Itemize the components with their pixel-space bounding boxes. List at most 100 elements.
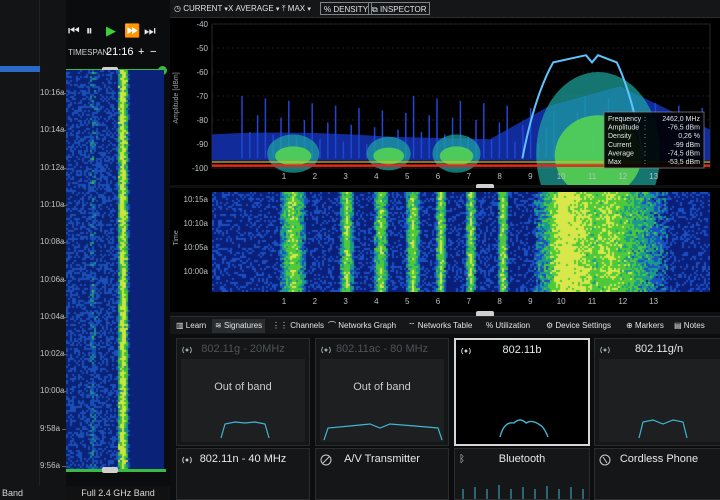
signature-card[interactable]: A/V Transmitter [315, 448, 449, 500]
inspector-key: Amplitude [608, 125, 639, 132]
density-x-tick-label: 9 [528, 297, 533, 306]
density-x-tick-label: 1 [282, 297, 287, 306]
signature-card[interactable]: 802.11ac - 80 MHz Out of band [315, 338, 449, 446]
waterfall-time-axis: 10:16a 10:14a 10:12a 10:10a 10:08a 10:06a 10:0… [40, 0, 66, 500]
density-x-tick-label: 4 [374, 297, 379, 306]
spectrum-y-tick-label: -100 [192, 164, 209, 173]
chevron-down-icon: ▾ [307, 6, 311, 13]
inspector-key: Max [608, 159, 622, 166]
density-time-label: 10:15a [184, 195, 209, 204]
tab-notes[interactable]: ▤ Notes [674, 319, 705, 333]
density-x-tick-label: 12 [618, 297, 627, 306]
signature-card[interactable]: 802.11g - 20MHz Out of band [176, 338, 310, 446]
spectrum-y-tick-label: -60 [196, 68, 208, 77]
spectrum-chart[interactable]: -40 -50 -60 -70 -80 -90 -100 Amplitude [dBm] 1 2 3… [170, 18, 720, 185]
density-toggle[interactable]: % DENSITY [320, 2, 373, 15]
waterfall-canvas[interactable] [66, 70, 164, 472]
inspector-value: -74,5 dBm [668, 150, 700, 157]
pause-icon[interactable]: ⏸ [86, 22, 93, 40]
signature-card[interactable]: Cordless Phone [594, 448, 720, 500]
card-title: Cordless Phone [619, 453, 699, 465]
signature-card[interactable]: 802.11g/n [594, 338, 720, 446]
spectrum-svg: -40-50-60-70-80-90-100Amplitude [dBm]1 2 3… [173, 20, 711, 185]
timespan-plus-button[interactable]: + [138, 46, 144, 58]
spectrum-x-tick-label: 12 [618, 172, 627, 181]
density-x-tick-label: 6 [436, 297, 441, 306]
tab-channels[interactable]: ⋮⋮ Channels [272, 319, 324, 333]
density-time-label: 10:10a [184, 219, 209, 228]
density-x-tick-label: 10 [557, 297, 566, 306]
percent-icon: % [324, 5, 332, 14]
current-trace-button[interactable]: ◷ CURRENT ▾ [174, 2, 228, 15]
density-axes: 10:15a10:10a10:05a10:00aTime1 2 3 4 5 6 7 8 9 10 1… [173, 195, 659, 306]
tab-device-settings[interactable]: ⚙ Device Settings [546, 319, 611, 333]
skip-forward-icon[interactable]: ⏭ [144, 22, 156, 40]
density-x-tick-label: 11 [588, 297, 597, 306]
average-trace-button[interactable]: Χ AVERAGE ▾ [228, 2, 279, 15]
spectrum-density-core [275, 146, 312, 166]
card-title: 802.11b [502, 344, 542, 356]
inspector-key: Density [608, 133, 632, 140]
card-title: A/V Transmitter [344, 453, 420, 465]
left-panel-marker [0, 66, 40, 72]
wifi-icon: ⌔ [408, 321, 416, 330]
timespan-minus-button[interactable]: − [150, 46, 156, 58]
signature-card[interactable]: 802.11n - 40 MHz [176, 448, 310, 500]
inspector-toggle[interactable]: ⧉ INSPECTOR [368, 2, 431, 15]
graph-icon: ⌒ [328, 321, 336, 330]
card-preview: Out of band [320, 359, 444, 442]
tab-utilization[interactable]: % Utilization [486, 319, 530, 333]
tab-markers[interactable]: ⊕ Markers [626, 319, 664, 333]
density-waterfall[interactable]: 10:15a 10:10a 10:05a 10:00a Time 1 2 3 4 5 6 7 8 9 10 1… [170, 188, 720, 312]
signature-shape [499, 419, 549, 438]
play-icon[interactable]: ▶ [106, 22, 116, 40]
left-panel: Band [0, 0, 40, 500]
card-title: Bluetooth [498, 453, 546, 465]
card-preview [599, 359, 720, 442]
clock-icon: ◷ [174, 4, 181, 13]
waterfall-band-label: Full 2.4 GHz Band [66, 486, 170, 500]
card-title: 802.11g/n [634, 343, 684, 355]
spectrum-x-tick-label: 9 [528, 172, 533, 181]
signature-card[interactable]: ᛒ Bluetooth [454, 448, 590, 500]
trace-toolbar: ◷ CURRENT ▾ Χ AVERAGE ▾ ⤒ MAX ▾ % DENSIT… [170, 0, 720, 18]
bottom-tabs: ▥ Learn ≋ Signatures ⋮⋮ Channels ⌒ Netwo… [170, 316, 720, 334]
inspector-value: -76,5 dBm [668, 125, 700, 132]
inspector-separator: : [644, 125, 646, 132]
spectrum-x-tick-label: 1 [282, 172, 287, 181]
max-arrow-icon: ⤒ [282, 4, 286, 13]
inspector-key: Frequency [608, 116, 642, 123]
tab-learn[interactable]: ▥ Learn [176, 319, 206, 333]
skip-back-icon[interactable]: ⏮ [68, 22, 80, 40]
tab-networks-graph[interactable]: ⌒ Networks Graph [328, 319, 396, 333]
percent-icon: % [486, 321, 494, 330]
spectrum-y-axis-label: Amplitude [dBm] [173, 72, 180, 123]
spectrum-y-tick-label: -80 [196, 116, 208, 125]
spectrum-y-tick-label: -50 [196, 44, 208, 53]
density-x-tick-label: 2 [313, 297, 318, 306]
chevron-down-icon: ▾ [275, 6, 280, 13]
signature-card-selected[interactable]: 802.11b [454, 338, 590, 446]
tab-networks-table[interactable]: ⌔ Networks Table [408, 319, 472, 333]
signature-shape [220, 421, 270, 439]
fast-forward-icon[interactable]: ⏩ [124, 22, 140, 40]
spectrum-x-tick-label: 5 [405, 172, 410, 181]
spectrum-x-tick-label: 13 [649, 172, 658, 181]
signature-shape [462, 485, 584, 499]
waterfall-bottom-handle[interactable] [102, 467, 118, 473]
signatures-panel: 802.11g - 20MHz Out of band 802.11ac - 8… [170, 334, 720, 500]
density-y-axis-label: Time [173, 230, 180, 245]
card-status: Out of band [353, 381, 411, 393]
card-title: 802.11n - 40 MHz [199, 453, 287, 465]
tab-signatures[interactable]: ≋ Signatures [212, 319, 266, 333]
density-x-tick-label: 13 [649, 297, 658, 306]
inspector-key: Average [608, 150, 634, 157]
inspector-value: -53,5 dBm [668, 159, 700, 166]
max-trace-button[interactable]: ⤒ MAX ▾ [282, 2, 311, 15]
timespan-value: 21:16 [106, 46, 134, 58]
signature-shape [638, 419, 688, 439]
sigma-icon: Χ [228, 4, 234, 13]
spectrum-y-tick-label: -90 [196, 140, 208, 149]
spectrum-density-core [439, 146, 474, 166]
spectrum-x-tick-label: 8 [497, 172, 502, 181]
